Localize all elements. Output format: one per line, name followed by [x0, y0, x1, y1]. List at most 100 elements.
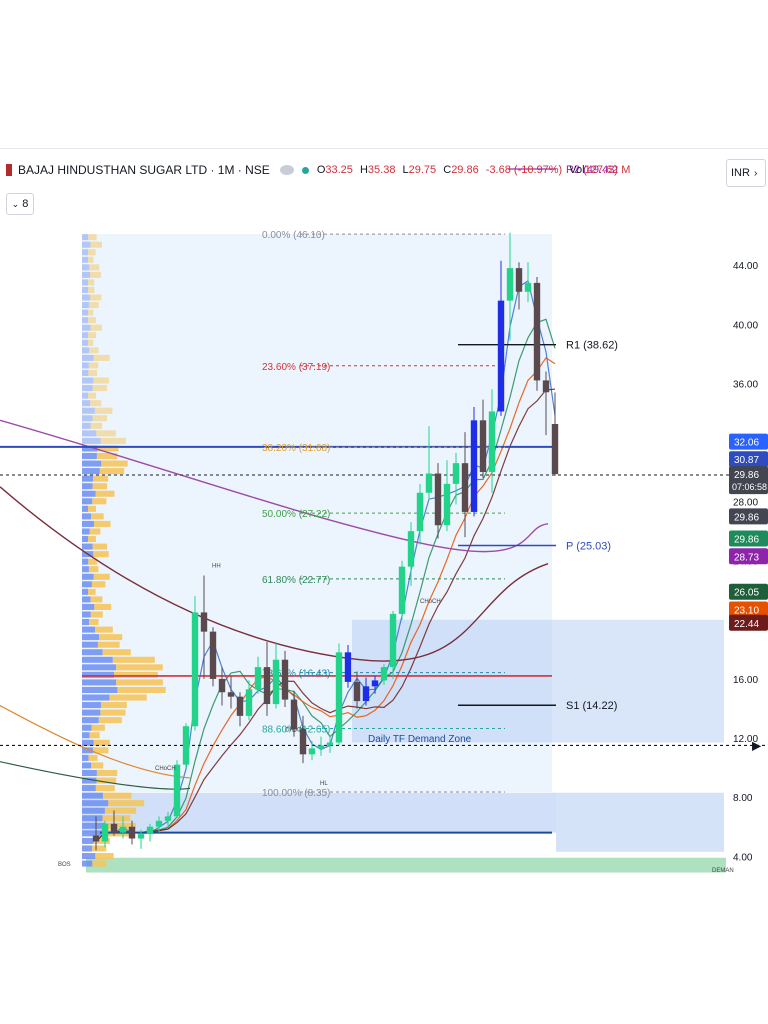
supply-demand-zone-upper: [352, 619, 724, 743]
volume-value: 127.62 M: [584, 164, 631, 176]
symbol-title[interactable]: BAJAJ HINDUSTHAN SUGAR LTD · 1M · NSE: [18, 163, 270, 177]
volume-profile-bar-sell: [91, 513, 104, 520]
chart-annotation: HL: [320, 781, 328, 787]
market-status-icon: [301, 166, 309, 174]
candle-body: [182, 726, 190, 765]
symbol-logo-icon: [6, 164, 12, 176]
volume-profile-bar-buy: [82, 347, 89, 354]
volume-profile-bar-buy: [82, 324, 91, 331]
volume-profile-bar-buy: [82, 603, 95, 610]
pivot-level-label: S1 (14.22): [566, 700, 617, 712]
volume-profile-bar-buy: [82, 815, 103, 822]
volume-profile-bar-sell: [116, 679, 163, 686]
volume-profile-bar-sell: [88, 347, 99, 354]
volume-profile-bar-buy: [82, 264, 90, 271]
low-label: L: [402, 164, 409, 176]
volume-profile-bar-sell: [100, 702, 127, 709]
fib-level-label: 61.80% (22.77): [262, 575, 330, 586]
volume-profile-bar-sell: [90, 294, 102, 301]
volume-profile-bar-buy: [82, 286, 88, 293]
volume-profile-bar-buy: [82, 302, 90, 309]
candle-body: [263, 667, 271, 705]
volume-profile-bar-sell: [88, 362, 99, 369]
candle-body: [497, 300, 505, 412]
volume-profile-bar-sell: [89, 528, 101, 535]
volume-profile-bar-sell: [92, 415, 108, 422]
price-axis-tick: 44.00: [733, 261, 758, 272]
volume-profile-bar-buy: [82, 619, 90, 626]
volume-profile-bar-sell: [93, 551, 109, 558]
price-tag-label: 30.87: [734, 455, 759, 466]
price-chart[interactable]: 0.00% (46.10) 23.60% (37.19) 38.20% (31.68…: [0, 149, 768, 881]
candle-body: [173, 764, 181, 817]
volume-profile-bar-sell: [92, 860, 107, 867]
fib-level-label: 0.00% (46.10): [262, 230, 325, 241]
candle-body: [479, 420, 487, 473]
volume-profile-bar-sell: [112, 656, 155, 663]
volume-profile-bar-buy: [82, 430, 97, 437]
volume-profile-bar-sell: [96, 769, 118, 777]
volume-profile-bar-sell: [92, 498, 107, 505]
candle-body: [254, 667, 262, 690]
volume-profile-bar-buy: [82, 785, 96, 792]
volume-profile-bar-sell: [97, 641, 120, 648]
indicators-toggle-button[interactable]: ⌄ 8: [6, 193, 34, 215]
chart-annotation: CHoCH: [285, 728, 306, 734]
candle-body: [488, 411, 496, 473]
volume-profile-bar-buy: [82, 656, 113, 663]
currency-select[interactable]: INR ›: [726, 159, 766, 187]
volume-profile-bar-sell: [88, 309, 94, 316]
chart-panel[interactable]: 0.00% (46.10) 23.60% (37.19) 38.20% (31.68…: [0, 148, 768, 881]
volume-profile-bar-buy: [82, 279, 88, 286]
volume-profile-bar-buy: [82, 294, 91, 301]
volume-profile-bar-buy: [82, 309, 88, 316]
volume-profile-bar-sell: [88, 588, 96, 595]
candle-body: [209, 631, 217, 679]
pivot-level-label: R1 (38.62): [566, 340, 618, 352]
fib-level-label: 100.00% (8.35): [262, 788, 330, 799]
volume-profile-bar-buy: [82, 354, 94, 361]
volume-profile-bar-sell: [94, 603, 112, 610]
candle-body: [191, 612, 199, 727]
candle-body: [110, 823, 118, 833]
pivot-level-label: P (25.03): [566, 540, 611, 552]
volume-label: Vol: [569, 164, 585, 176]
eye-icon[interactable]: [279, 165, 294, 175]
candle-body: [533, 282, 541, 381]
volume-profile-bar-buy: [82, 513, 92, 520]
fib-level-label: 23.60% (37.19): [262, 362, 330, 373]
volume-profile-bar-buy: [82, 369, 89, 377]
volume-profile-bar-buy: [82, 332, 88, 339]
volume-profile-bar-buy: [82, 234, 89, 241]
close-value: 29.86: [451, 164, 479, 176]
volume-profile-bar-buy: [82, 400, 91, 407]
volume-profile-bar-sell: [94, 407, 113, 414]
volume-profile-bar-sell: [114, 671, 158, 678]
chart-annotation: CHoCH: [155, 766, 176, 772]
candle-body: [155, 820, 163, 827]
volume-profile-bar-buy: [82, 452, 97, 460]
volume-profile-bar-buy: [82, 830, 102, 837]
candle-body: [524, 282, 532, 292]
volume-profile-bar-sell: [90, 422, 103, 429]
volume-profile-bar-buy: [82, 558, 89, 565]
volume-profile-bar-sell: [90, 271, 101, 278]
volume-profile-bar-buy: [82, 317, 88, 324]
volume-profile-bar-buy: [82, 641, 98, 648]
volume-profile-bar-buy: [82, 437, 101, 444]
chart-header: BAJAJ HINDUSTHAN SUGAR LTD · 1M · NSE O3…: [6, 157, 634, 183]
volume-profile-bar-buy: [82, 249, 88, 256]
volume-profile-bar-buy: [82, 483, 93, 490]
candle-body: [407, 531, 415, 567]
candle-body: [128, 826, 136, 839]
candle-body: [281, 659, 289, 700]
volume-profile-bar-buy: [82, 588, 88, 595]
volume-profile-bar-sell: [92, 543, 108, 550]
candle-body: [434, 473, 442, 526]
candle-body: [416, 492, 424, 532]
volume-profile-bar-buy: [82, 241, 91, 248]
candle-body: [272, 659, 280, 705]
volume-profile-bar-buy: [82, 671, 115, 678]
volume-profile-bar-sell: [100, 709, 126, 716]
volume-profile-bar-sell: [89, 302, 99, 309]
